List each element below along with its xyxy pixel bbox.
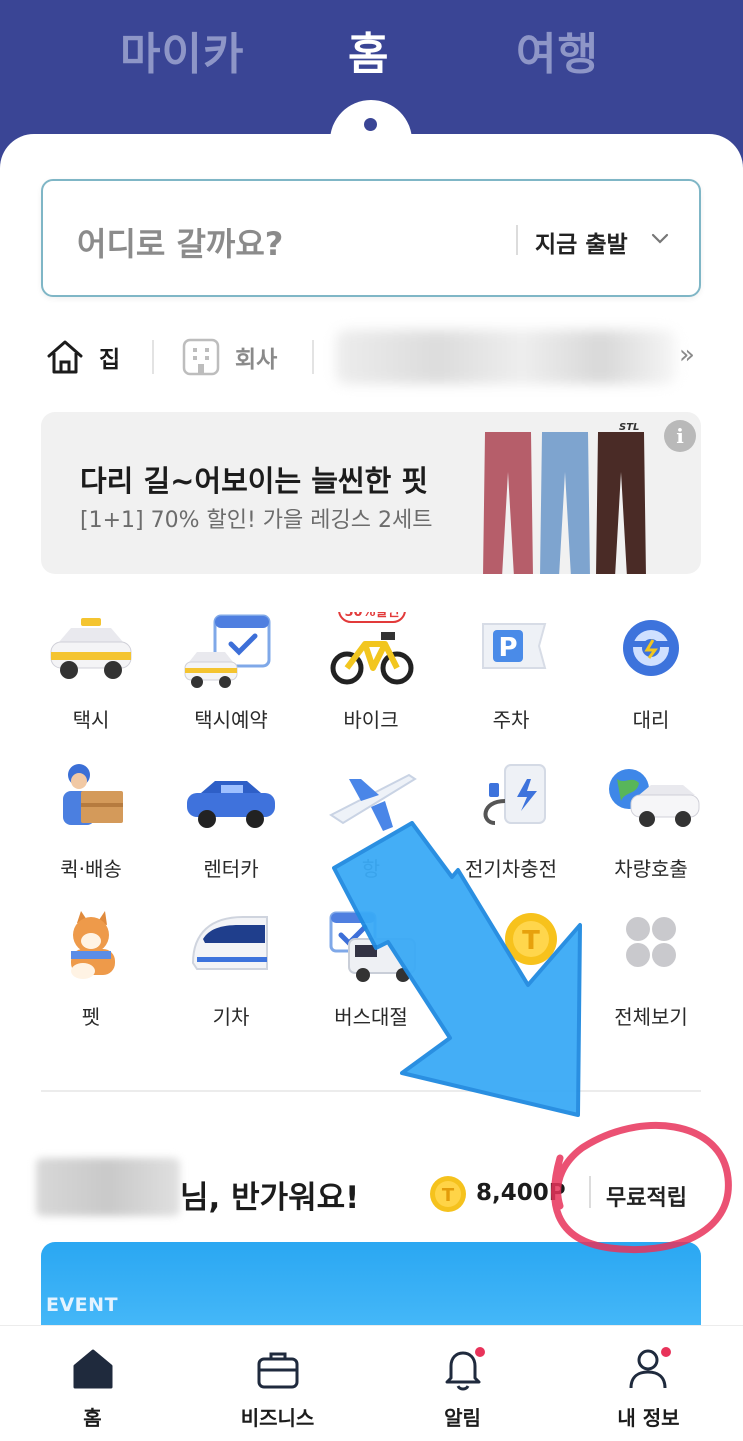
greeting-text: 님, 반가워요! [180,1180,360,1216]
nav-my-info[interactable]: 내 정보 [556,1326,741,1441]
blurred-recent-place[interactable] [336,330,676,384]
leggings-image [540,432,590,574]
nav-label: 비즈니스 [240,1406,315,1430]
home-icon [73,1349,113,1389]
bottom-navigation: 홈 비즈니스 알림 내 정보 [0,1325,743,1441]
service-label: 전기차충전 [465,857,557,881]
car-call-icon [609,769,700,827]
ad-brand-logo: STL [619,422,640,433]
tab-mycar[interactable]: 마이카 [120,18,244,82]
steering-wheel-icon [623,620,679,676]
service-label: 기차 [212,1005,250,1029]
service-view-all[interactable]: 전체보기 [591,909,711,1039]
nav-label: 알림 [444,1406,481,1430]
ev-charger-icon [483,764,546,825]
departure-time-select[interactable]: 지금 출발 [535,225,628,259]
chevron-down-icon[interactable] [649,227,671,249]
home-outline-icon [47,340,83,374]
bell-icon [445,1347,485,1391]
service-label: 렌터카 [203,857,259,881]
nav-home[interactable]: 홈 [0,1326,185,1441]
service-designated-driver[interactable]: 대리 [591,612,711,742]
ad-title: 다리 길~어보이는 늘씬한 핏 [80,464,429,498]
service-parking[interactable]: P 주차 [451,612,571,742]
point-balance[interactable]: 8,400P [476,1180,566,1206]
taxi-reservation-icon [184,614,271,688]
service-label: 바이크 [343,708,399,732]
service-label: 항 [361,857,381,881]
place-work[interactable]: 회사 [181,328,277,386]
building-icon [182,338,220,376]
blurred-username [36,1158,180,1216]
svg-text:T: T [522,926,540,956]
leggings-image [596,432,646,574]
place-work-label: 회사 [235,347,278,373]
service-rental-car[interactable]: 렌터카 [171,761,291,891]
service-label: 버스대절 [334,1005,408,1029]
svg-text:T: T [442,1185,455,1206]
briefcase-icon [257,1352,299,1389]
point-coin-icon: T [430,1176,466,1212]
points-divider [589,1176,591,1208]
view-all-icon [626,917,676,967]
service-label: 전체보기 [614,1005,688,1029]
place-home-label: 집 [99,347,121,373]
service-bike[interactable]: 50%할인 바이크 [311,612,431,742]
ad-subtitle: [1+1] 70% 할인! 가을 레깅스 2세트 [80,508,433,533]
info-icon[interactable]: i [664,420,696,452]
tab-indicator-dot [364,118,377,131]
service-label: 펫 [81,1005,101,1029]
nav-label: 내 정보 [617,1406,680,1430]
service-airline[interactable]: 항 [311,761,431,891]
pet-icon [71,911,115,979]
nav-business[interactable]: 비즈니스 [185,1326,370,1441]
service-label: 택시 [72,708,110,732]
service-train[interactable]: 기차 [171,909,291,1039]
delivery-icon [63,764,123,825]
service-label: 퀵·배송 [60,857,122,881]
leggings-image [483,432,533,574]
airplane-icon [329,773,417,831]
nav-label: 홈 [83,1406,102,1430]
discount-badge: 50%할인 [344,612,399,620]
tab-home[interactable]: 홈 [348,18,389,82]
destination-search-box[interactable]: 어디로 갈까요? 지금 출발 [41,179,701,297]
search-placeholder[interactable]: 어디로 갈까요? [77,219,283,265]
service-label: 차량호출 [614,857,688,881]
service-label: 대리 [632,708,670,732]
search-divider [516,225,518,255]
free-earn-button[interactable]: 무료적립 [606,1180,687,1212]
service-label: 주차 [492,708,530,732]
service-ev-charging[interactable]: 전기차충전 [451,761,571,891]
service-delivery[interactable]: 퀵·배송 [31,761,151,891]
service-taxi-reservation[interactable]: 택시예약 [171,612,291,742]
ad-banner[interactable]: 다리 길~어보이는 늘씬한 핏 [1+1] 70% 할인! 가을 레깅스 2세트… [41,412,701,574]
service-car-call[interactable]: 차량호출 [591,761,711,891]
double-chevron-right-icon[interactable]: » [679,340,695,370]
service-taxi[interactable]: 택시 [31,612,151,742]
rental-car-icon [187,781,275,828]
place-divider [312,340,314,374]
service-bus-charter[interactable]: 버스대절 [311,909,431,1039]
place-home[interactable]: 집 [45,328,120,386]
parking-icon: P [482,623,547,669]
train-icon [191,916,268,970]
bus-charter-icon [329,911,416,982]
service-coin[interactable]: T [451,909,571,1039]
place-divider [152,340,154,374]
event-badge: EVENT [46,1294,119,1316]
favorite-places: 집 회사 » [41,328,701,386]
service-pet[interactable]: 펫 [31,909,151,1039]
coin-icon: T [505,913,557,965]
section-divider [41,1090,701,1092]
service-label: 택시예약 [194,708,268,732]
profile-icon [629,1347,671,1389]
bike-icon: 50%할인 [330,612,414,685]
taxi-icon [50,618,132,679]
svg-text:P: P [498,633,517,663]
tab-travel[interactable]: 여행 [516,18,599,82]
nav-notifications[interactable]: 알림 [370,1326,555,1441]
